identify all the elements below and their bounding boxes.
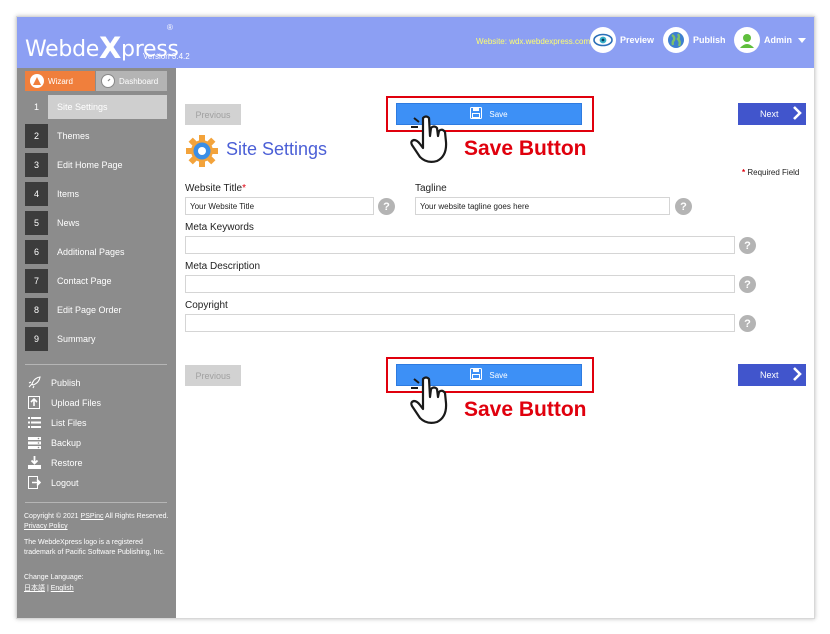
- sidebar-backup[interactable]: Backup: [27, 436, 81, 449]
- tab-wizard[interactable]: Wizard: [25, 71, 95, 91]
- pointing-hand-icon: [409, 375, 453, 430]
- gear-icon: [186, 135, 218, 172]
- meta-keywords-input[interactable]: [185, 236, 735, 254]
- globe-icon: [663, 27, 689, 53]
- copyright-label: Copyright: [185, 300, 228, 311]
- sidebar-step-site-settings[interactable]: 1 Site Settings: [25, 95, 167, 119]
- top-header: WebdeXpress ® Version 3.4.2 Website: wdx…: [17, 17, 814, 68]
- chevron-right-icon: [792, 106, 802, 122]
- meta-description-help-icon[interactable]: ?: [739, 276, 756, 293]
- sidebar-step-news[interactable]: 5 News: [25, 211, 167, 235]
- wizard-icon: [30, 74, 44, 88]
- sidebar-step-themes[interactable]: 2 Themes: [25, 124, 167, 148]
- list-icon: [27, 416, 41, 429]
- meta-keywords-label: Meta Keywords: [185, 222, 254, 233]
- lang-japanese-link[interactable]: 日本語: [24, 585, 45, 592]
- copyright-input[interactable]: [185, 314, 735, 332]
- website-title-input[interactable]: [185, 197, 374, 215]
- privacy-policy-link[interactable]: Privacy Policy: [24, 523, 68, 530]
- chevron-down-icon: [798, 37, 806, 43]
- sidebar-step-edit-home-page[interactable]: 3 Edit Home Page: [25, 153, 167, 177]
- sidebar-publish[interactable]: Publish: [27, 376, 81, 389]
- restore-icon: [27, 456, 41, 469]
- sidebar-divider-2: [25, 502, 167, 503]
- tagline-help-icon[interactable]: ?: [675, 198, 692, 215]
- logout-icon: [27, 476, 41, 489]
- sidebar-step-summary[interactable]: 9 Summary: [25, 327, 167, 351]
- sidebar-restore[interactable]: Restore: [27, 456, 83, 469]
- eye-icon: [590, 27, 616, 53]
- tagline-input[interactable]: [415, 197, 670, 215]
- preview-button[interactable]: Preview: [590, 27, 654, 53]
- previous-button-bottom[interactable]: Previous: [185, 365, 241, 386]
- save-button-callout-top: Save Button: [464, 137, 587, 160]
- sidebar-divider: [25, 364, 167, 365]
- change-language-label: Change Language:: [24, 574, 84, 581]
- sidebar-logout[interactable]: Logout: [27, 476, 79, 489]
- admin-menu[interactable]: Admin: [734, 27, 806, 53]
- floppy-disk-icon: [470, 368, 483, 382]
- sidebar-upload-files[interactable]: Upload Files: [27, 396, 101, 409]
- website-title-help-icon[interactable]: ?: [378, 198, 395, 215]
- sidebar: Wizard Dashboard 1 Site Settings 2 Themes …: [17, 68, 176, 618]
- app-window: WebdeXpress ® Version 3.4.2 Website: wdx…: [16, 16, 815, 619]
- next-button-top[interactable]: Next: [738, 103, 806, 125]
- sidebar-step-additional-pages[interactable]: 6 Additional Pages: [25, 240, 167, 264]
- next-button-bottom[interactable]: Next: [738, 364, 806, 386]
- save-button-callout-bottom: Save Button: [464, 398, 587, 421]
- sidebar-list-files[interactable]: List Files: [27, 416, 87, 429]
- pspinc-link[interactable]: PSPinc: [81, 513, 104, 520]
- pointing-hand-icon: [409, 114, 453, 169]
- previous-button-top[interactable]: Previous: [185, 104, 241, 125]
- trademark-notice: The WebdeXpress logo is a registered tra…: [24, 539, 165, 556]
- publish-header-button[interactable]: Publish: [663, 27, 726, 53]
- chevron-right-icon: [792, 367, 802, 383]
- meta-description-label: Meta Description: [185, 261, 261, 272]
- copyright-notice: Copyright © 2021 PSPinc All Rights Reser…: [24, 513, 169, 530]
- dashboard-gauge-icon: [101, 74, 115, 88]
- backup-icon: [27, 436, 41, 449]
- website-title-label: Website Title*: [185, 183, 246, 194]
- meta-description-input[interactable]: [185, 275, 735, 293]
- user-avatar-icon: [734, 27, 760, 53]
- required-field-note: * Required Field: [742, 168, 800, 177]
- copyright-help-icon[interactable]: ?: [739, 315, 756, 332]
- floppy-disk-icon: [470, 107, 483, 121]
- meta-keywords-help-icon[interactable]: ?: [739, 237, 756, 254]
- sidebar-step-contact-page[interactable]: 7 Contact Page: [25, 269, 167, 293]
- sidebar-step-edit-page-order[interactable]: 8 Edit Page Order: [25, 298, 167, 322]
- rocket-icon: [27, 376, 41, 389]
- page-title: Site Settings: [226, 139, 328, 159]
- main-content: Previous Save Next Save Button Site Sett…: [176, 68, 814, 618]
- version-label: Version 3.4.2: [143, 52, 190, 61]
- upload-icon: [27, 396, 41, 409]
- registered-mark: ®: [167, 23, 173, 32]
- tagline-label: Tagline: [415, 183, 447, 194]
- sidebar-step-items[interactable]: 4 Items: [25, 182, 167, 206]
- language-links: 日本語 | English: [24, 585, 74, 592]
- tab-dashboard[interactable]: Dashboard: [96, 71, 167, 91]
- website-link[interactable]: Website: wdx.webdexpress.com: [476, 37, 590, 46]
- lang-english-link[interactable]: English: [51, 585, 74, 592]
